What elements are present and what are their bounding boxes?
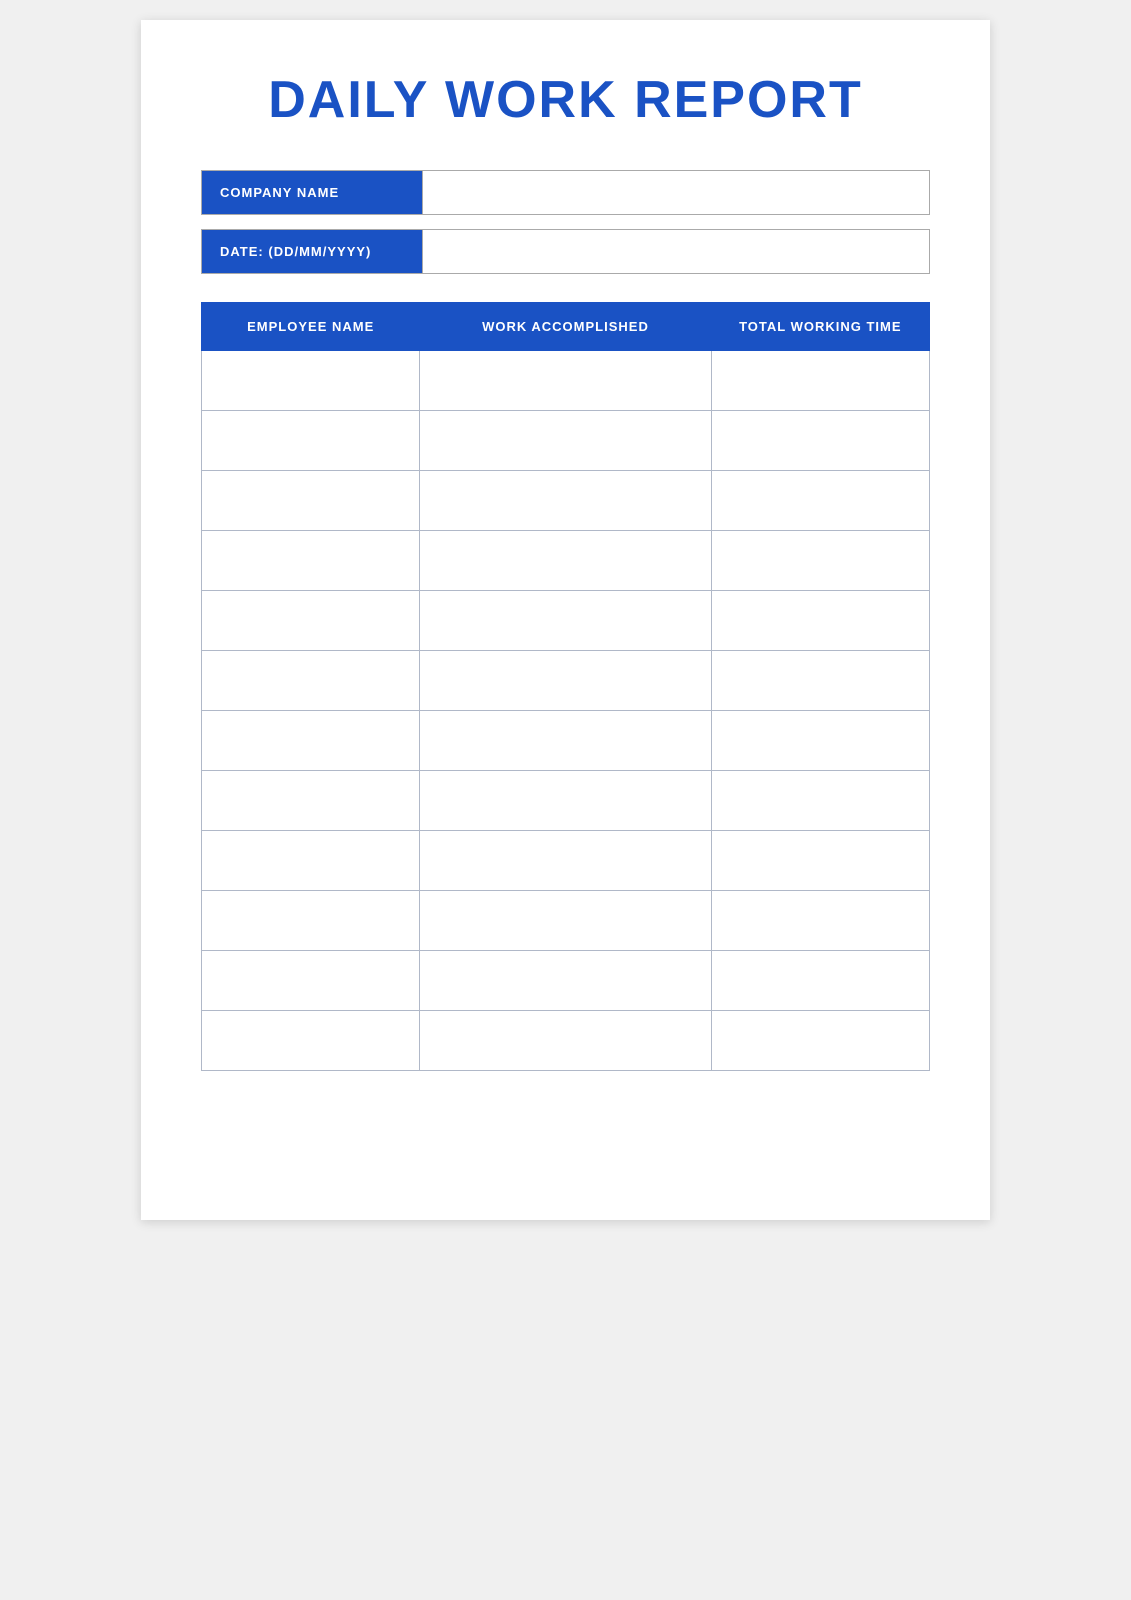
info-section: COMPANY NAME DATE: (DD/MM/YYYY) — [201, 170, 930, 274]
cell-work[interactable] — [420, 591, 711, 651]
table-row — [202, 471, 930, 531]
date-value[interactable] — [422, 230, 929, 273]
cell-time[interactable] — [711, 411, 929, 471]
cell-employee[interactable] — [202, 891, 420, 951]
cell-employee[interactable] — [202, 471, 420, 531]
cell-time[interactable] — [711, 351, 929, 411]
company-label: COMPANY NAME — [202, 171, 422, 214]
cell-time[interactable] — [711, 831, 929, 891]
cell-employee[interactable] — [202, 1011, 420, 1071]
cell-work[interactable] — [420, 951, 711, 1011]
cell-work[interactable] — [420, 1011, 711, 1071]
cell-work[interactable] — [420, 531, 711, 591]
cell-time[interactable] — [711, 891, 929, 951]
page-title: DAILY WORK REPORT — [201, 70, 930, 130]
cell-employee[interactable] — [202, 351, 420, 411]
table-header-row: EMPLOYEE NAME WORK ACCOMPLISHED TOTAL WO… — [202, 303, 930, 351]
cell-time[interactable] — [711, 531, 929, 591]
table-row — [202, 831, 930, 891]
table-row — [202, 711, 930, 771]
cell-work[interactable] — [420, 831, 711, 891]
cell-time[interactable] — [711, 591, 929, 651]
cell-employee[interactable] — [202, 531, 420, 591]
report-page: DAILY WORK REPORT COMPANY NAME DATE: (DD… — [141, 20, 990, 1220]
table-row — [202, 351, 930, 411]
cell-time[interactable] — [711, 951, 929, 1011]
cell-time[interactable] — [711, 651, 929, 711]
cell-employee[interactable] — [202, 771, 420, 831]
cell-work[interactable] — [420, 471, 711, 531]
cell-work[interactable] — [420, 711, 711, 771]
table-row — [202, 651, 930, 711]
cell-employee[interactable] — [202, 651, 420, 711]
cell-employee[interactable] — [202, 411, 420, 471]
date-label: DATE: (DD/MM/YYYY) — [202, 230, 422, 273]
cell-work[interactable] — [420, 891, 711, 951]
table-row — [202, 771, 930, 831]
header-employee-name: EMPLOYEE NAME — [202, 303, 420, 351]
work-table: EMPLOYEE NAME WORK ACCOMPLISHED TOTAL WO… — [201, 302, 930, 1071]
cell-time[interactable] — [711, 771, 929, 831]
table-row — [202, 531, 930, 591]
table-row — [202, 591, 930, 651]
company-value[interactable] — [422, 171, 929, 214]
cell-employee[interactable] — [202, 711, 420, 771]
table-row — [202, 951, 930, 1011]
cell-time[interactable] — [711, 1011, 929, 1071]
cell-time[interactable] — [711, 471, 929, 531]
cell-work[interactable] — [420, 771, 711, 831]
date-row: DATE: (DD/MM/YYYY) — [201, 229, 930, 274]
table-row — [202, 891, 930, 951]
cell-work[interactable] — [420, 651, 711, 711]
table-row — [202, 1011, 930, 1071]
cell-time[interactable] — [711, 711, 929, 771]
cell-employee[interactable] — [202, 831, 420, 891]
cell-work[interactable] — [420, 411, 711, 471]
cell-employee[interactable] — [202, 951, 420, 1011]
table-row — [202, 411, 930, 471]
company-row: COMPANY NAME — [201, 170, 930, 215]
cell-employee[interactable] — [202, 591, 420, 651]
header-total-working-time: TOTAL WORKING TIME — [711, 303, 929, 351]
header-work-accomplished: WORK ACCOMPLISHED — [420, 303, 711, 351]
cell-work[interactable] — [420, 351, 711, 411]
